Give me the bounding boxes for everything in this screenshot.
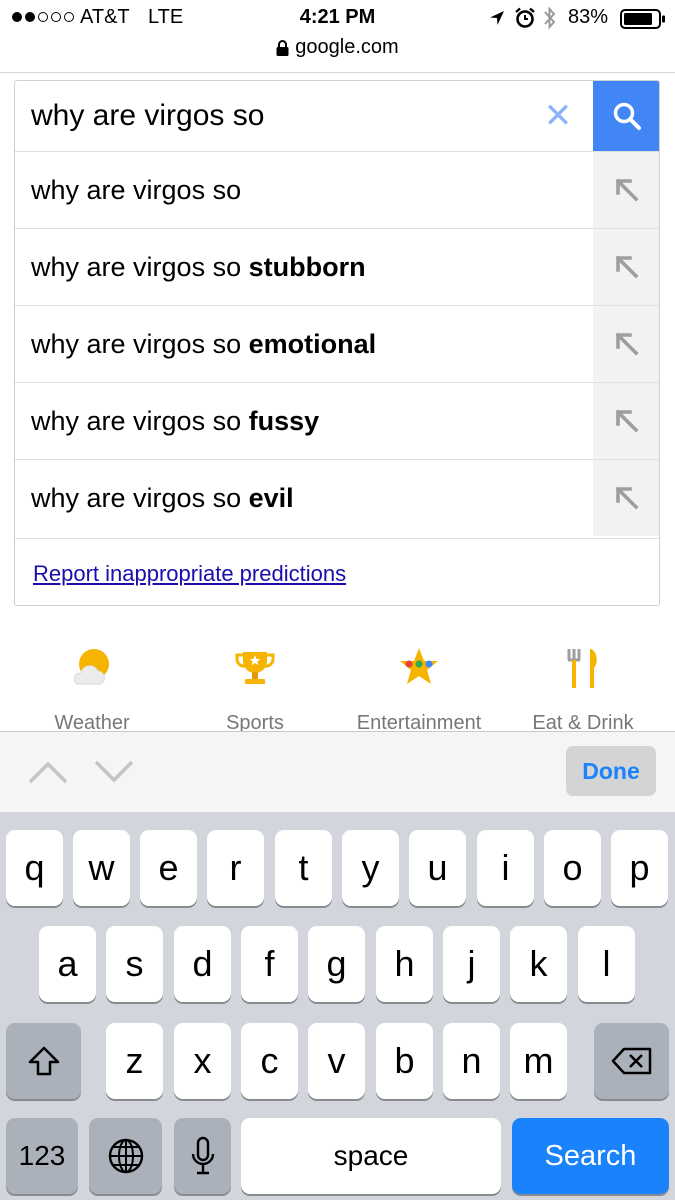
- suggestion-item[interactable]: why are virgos so fussy: [15, 382, 659, 459]
- key-e[interactable]: e: [140, 830, 197, 906]
- key-c[interactable]: c: [241, 1023, 298, 1099]
- lock-icon: [276, 39, 289, 56]
- key-g[interactable]: g: [308, 926, 365, 1002]
- key-y[interactable]: y: [342, 830, 399, 906]
- key-r[interactable]: r: [207, 830, 264, 906]
- suggestion-text: why are virgos so stubborn: [31, 252, 366, 282]
- search-input[interactable]: [15, 81, 591, 151]
- chevron-down-icon[interactable]: [92, 750, 136, 790]
- key-s[interactable]: s: [106, 926, 163, 1002]
- microphone-icon: [191, 1136, 214, 1175]
- bluetooth-icon: [544, 6, 556, 30]
- arrow-up-left-icon: [615, 178, 639, 202]
- key-n[interactable]: n: [443, 1023, 500, 1099]
- backspace-icon: [611, 1047, 651, 1075]
- suggestion-text: why are virgos so evil: [31, 483, 294, 513]
- key-z[interactable]: z: [106, 1023, 163, 1099]
- key-j[interactable]: j: [443, 926, 500, 1002]
- suggestion-item[interactable]: why are virgos so evil: [15, 459, 659, 536]
- trophy-icon: [235, 652, 275, 684]
- globe-icon: [108, 1138, 143, 1174]
- arrow-up-left-icon: [615, 409, 639, 433]
- keyboard: q w e r t y u i o p a s d f g h j k l z …: [0, 812, 675, 1200]
- key-l[interactable]: l: [578, 926, 635, 1002]
- arrow-up-left-icon: [615, 255, 639, 279]
- arrow-up-left-icon: [615, 332, 639, 356]
- chevron-up-icon[interactable]: [26, 752, 70, 792]
- search-icon: [613, 102, 641, 130]
- shift-icon: [28, 1046, 59, 1076]
- suggestion-item[interactable]: why are virgos so stubborn: [15, 228, 659, 305]
- battery-percent: 83%: [568, 6, 609, 28]
- key-a[interactable]: a: [39, 926, 96, 1002]
- delete-key[interactable]: [594, 1023, 669, 1099]
- key-q[interactable]: q: [6, 830, 63, 906]
- battery-icon: [620, 9, 665, 29]
- key-i[interactable]: i: [477, 830, 534, 906]
- key-u[interactable]: u: [409, 830, 466, 906]
- url-text: google.com: [295, 36, 399, 58]
- done-button[interactable]: Done: [566, 746, 656, 796]
- key-b[interactable]: b: [376, 1023, 433, 1099]
- report-predictions-link[interactable]: Report inappropriate predictions: [33, 561, 346, 587]
- fill-query-button[interactable]: [593, 152, 659, 228]
- keyboard-search-key[interactable]: Search: [512, 1118, 669, 1194]
- category-weather[interactable]: Weather: [12, 640, 172, 735]
- key-v[interactable]: v: [308, 1023, 365, 1099]
- search-autocomplete-panel: ✕ why are virgos so why are virgos so st…: [14, 80, 660, 606]
- shift-key[interactable]: [6, 1023, 81, 1099]
- fork-knife-icon: [567, 649, 597, 688]
- globe-key[interactable]: [89, 1118, 162, 1194]
- location-icon: [490, 11, 504, 25]
- key-d[interactable]: d: [174, 926, 231, 1002]
- keyboard-accessory-bar: Done: [0, 731, 675, 813]
- suggestion-text: why are virgos so emotional: [31, 329, 377, 359]
- suggestion-item[interactable]: why are virgos so: [15, 151, 659, 228]
- arrow-up-left-icon: [615, 486, 639, 510]
- key-t[interactable]: t: [275, 830, 332, 906]
- key-m[interactable]: m: [510, 1023, 567, 1099]
- status-bar: AT&T LTE 4:21 PM 83% google.com: [0, 0, 675, 58]
- key-k[interactable]: k: [510, 926, 567, 1002]
- key-x[interactable]: x: [174, 1023, 231, 1099]
- dictation-key[interactable]: [174, 1118, 231, 1194]
- search-button[interactable]: [593, 81, 659, 151]
- fill-query-button[interactable]: [593, 460, 659, 536]
- clear-icon[interactable]: ✕: [535, 93, 581, 139]
- weather-icon: [73, 649, 109, 685]
- key-f[interactable]: f: [241, 926, 298, 1002]
- alarm-icon: [515, 7, 535, 28]
- suggestion-text: why are virgos so: [31, 175, 242, 205]
- fill-query-button[interactable]: [593, 306, 659, 382]
- key-p[interactable]: p: [611, 830, 668, 906]
- category-sports[interactable]: Sports: [175, 640, 335, 735]
- suggestion-item[interactable]: why are virgos so emotional: [15, 305, 659, 382]
- fill-query-button[interactable]: [593, 383, 659, 459]
- report-row: Report inappropriate predictions: [15, 538, 659, 605]
- key-o[interactable]: o: [544, 830, 601, 906]
- fill-query-button[interactable]: [593, 229, 659, 305]
- address-bar[interactable]: google.com: [0, 36, 675, 59]
- star-icon: [400, 648, 438, 684]
- category-eat-drink[interactable]: Eat & Drink: [503, 640, 663, 735]
- key-w[interactable]: w: [73, 830, 130, 906]
- space-key[interactable]: space: [241, 1118, 501, 1194]
- suggestion-text: why are virgos so fussy: [31, 406, 320, 436]
- numbers-key[interactable]: 123: [6, 1118, 78, 1194]
- header-divider: [0, 72, 675, 73]
- category-entertainment[interactable]: Entertainment: [339, 640, 499, 735]
- key-h[interactable]: h: [376, 926, 433, 1002]
